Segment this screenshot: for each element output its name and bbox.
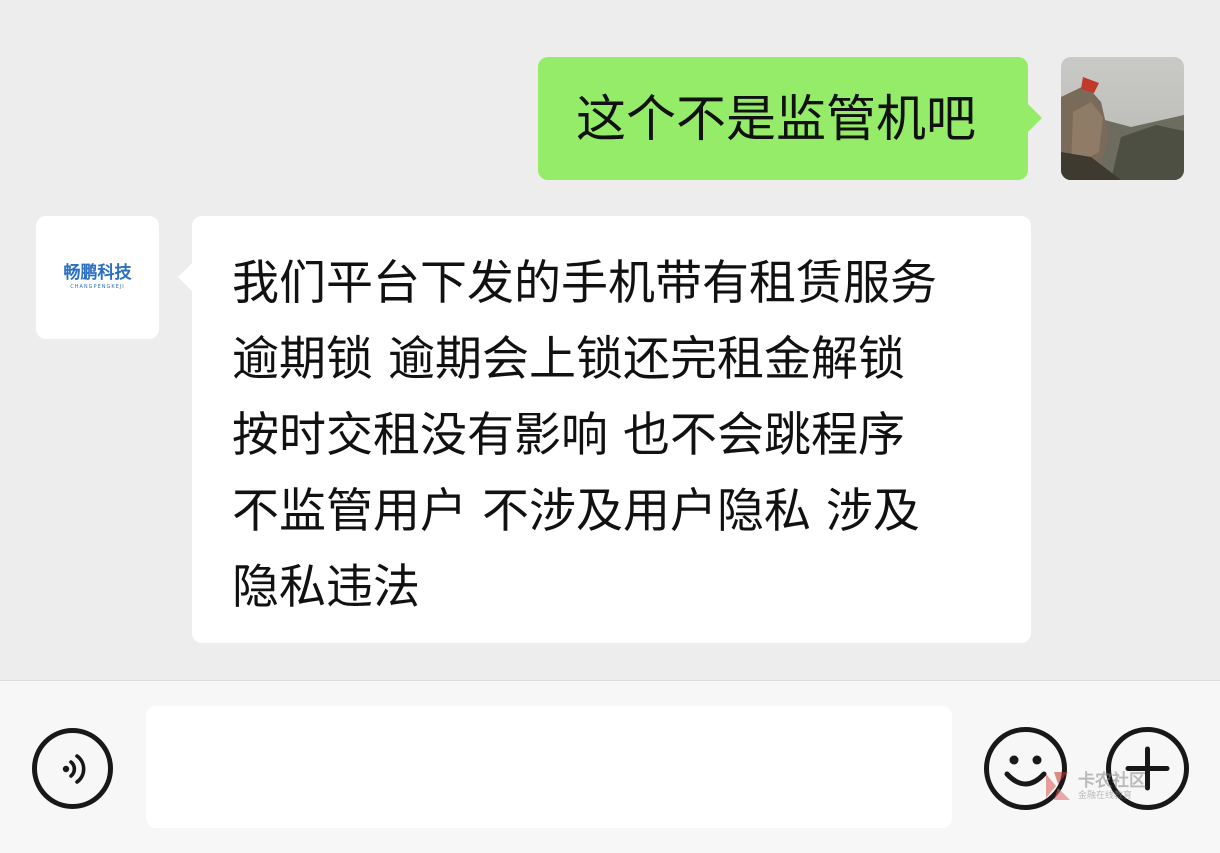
incoming-message-line: 按时交租没有影响 也不会跳程序: [232, 408, 905, 463]
company-logo-text: 畅鹏科技: [63, 263, 132, 283]
more-actions-button[interactable]: [1106, 727, 1189, 810]
emoji-button[interactable]: [984, 727, 1067, 810]
incoming-message-line: 我们平台下发的手机带有租赁服务: [232, 256, 937, 311]
contact-avatar[interactable]: 畅鹏科技 CHANGPENGKEJI: [36, 216, 159, 339]
voice-icon: [62, 753, 85, 784]
chat-input-bar: 卡农社区 金融在线教育: [0, 680, 1220, 853]
chat-message-area: 这个不是监管机吧 畅鹏科技 CHANGPENGKEJI 我们平台下发的手机带有租…: [0, 0, 1220, 680]
outgoing-message-text: 这个不是监管机吧: [576, 89, 976, 148]
message-input[interactable]: [146, 706, 952, 828]
user-avatar[interactable]: [1061, 57, 1184, 180]
landscape-photo-avatar-icon: [1061, 57, 1184, 180]
outgoing-message-bubble[interactable]: 这个不是监管机吧: [538, 57, 1042, 180]
company-logo-subtext: CHANGPENGKEJI: [70, 284, 125, 290]
incoming-message-line: 逾期锁 逾期会上锁还完租金解锁: [232, 332, 905, 387]
incoming-message-line: 隐私违法: [232, 560, 420, 615]
incoming-message-bubble[interactable]: 我们平台下发的手机带有租赁服务 逾期锁 逾期会上锁还完租金解锁 按时交租没有影响…: [178, 216, 1031, 643]
voice-button[interactable]: [32, 728, 113, 809]
plus-icon: [1125, 746, 1170, 791]
incoming-message-line: 不监管用户 不涉及用户隐私 涉及: [232, 484, 920, 539]
emoji-icon: [1004, 755, 1047, 787]
